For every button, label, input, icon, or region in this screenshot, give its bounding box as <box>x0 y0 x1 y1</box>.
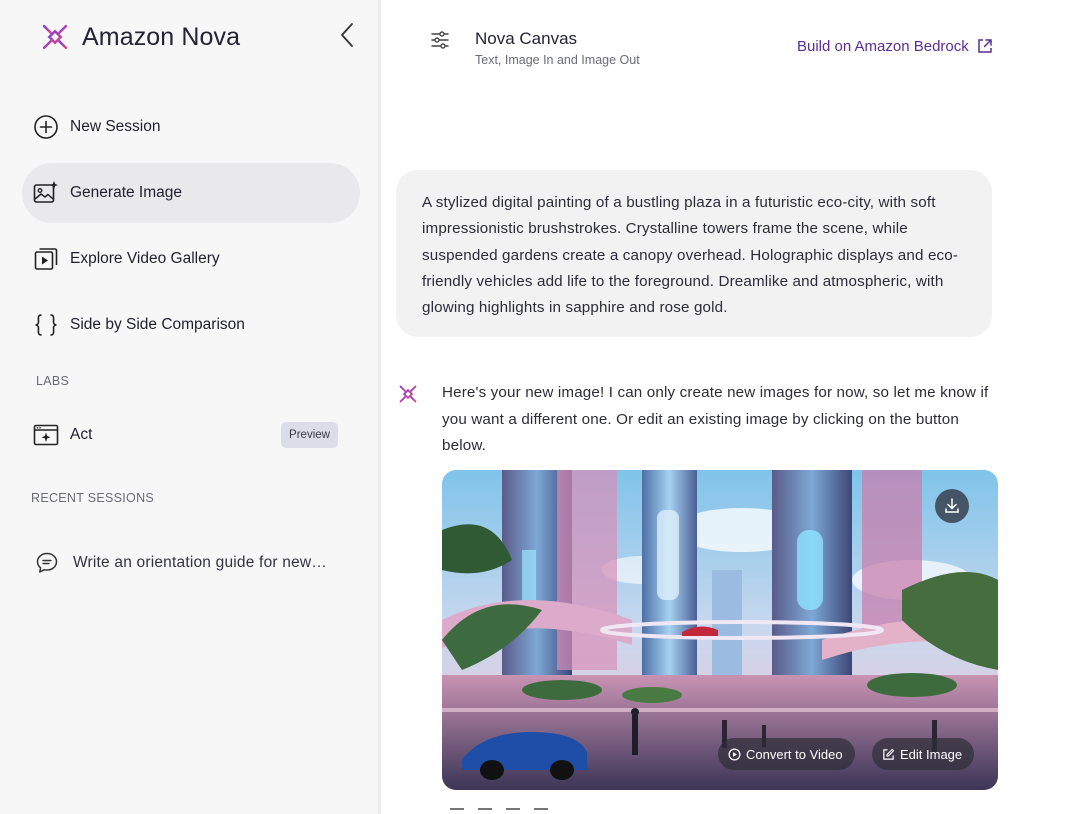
model-name: Nova Canvas <box>475 29 578 48</box>
recent-session-label: Write an orientation guide for new… <box>73 554 327 571</box>
settings-sliders-icon[interactable] <box>428 28 452 52</box>
chat-bubble-icon <box>34 550 60 576</box>
user-prompt-text: A stylized digital painting of a bustlin… <box>422 194 959 317</box>
labs-section-label: LABS <box>36 374 70 388</box>
edit-image-button[interactable]: Edit Image <box>872 738 975 770</box>
sidebar-item-new-session[interactable]: New Session <box>22 97 360 157</box>
convert-to-video-label: Convert to Video <box>746 746 843 762</box>
assistant-response-text: Here's your new image! I can only create… <box>442 384 989 454</box>
response-actions-row <box>450 808 548 814</box>
browser-sparkle-icon <box>32 421 60 449</box>
thumbs-up-icon[interactable] <box>450 808 464 814</box>
sidebar-item-label: Explore Video Gallery <box>70 250 220 267</box>
sidebar-item-label: Act <box>70 426 93 443</box>
share-icon[interactable] <box>534 808 548 814</box>
thumbs-down-icon[interactable] <box>478 808 492 814</box>
generated-image[interactable]: Convert to Video Edit Image <box>442 470 998 790</box>
external-link-icon <box>978 39 992 53</box>
chevron-left-icon <box>341 23 353 47</box>
sidebar-item-label: Generate Image <box>70 184 183 201</box>
sidebar-item-label: Side by Side Comparison <box>70 316 245 333</box>
download-icon <box>945 498 959 513</box>
sidebar-item-generate-image[interactable]: Generate Image <box>22 163 360 223</box>
edit-icon <box>883 748 895 760</box>
preview-badge: Preview <box>281 422 338 448</box>
model-subtitle: Text, Image In and Image Out <box>475 53 640 67</box>
sidebar-item-explore-video-gallery[interactable]: Explore Video Gallery <box>22 229 360 289</box>
edit-image-label: Edit Image <box>900 746 963 762</box>
video-gallery-icon <box>32 245 60 273</box>
nova-logo-icon <box>38 20 72 54</box>
video-play-icon <box>728 748 741 760</box>
collapse-sidebar-button[interactable] <box>336 20 360 50</box>
brand[interactable]: Amazon Nova <box>36 18 240 56</box>
plus-circle-icon <box>32 113 60 141</box>
build-on-bedrock-link[interactable]: Build on Amazon Bedrock <box>797 37 994 55</box>
image-sparkle-icon <box>32 179 60 207</box>
nova-assistant-icon <box>395 381 421 407</box>
sidebar: Amazon Nova New Session Generate Image E… <box>0 0 378 814</box>
user-prompt-bubble: A stylized digital painting of a bustlin… <box>396 170 992 337</box>
copy-icon[interactable] <box>506 808 520 814</box>
brand-name: Amazon Nova <box>82 22 241 51</box>
sidebar-divider <box>378 0 381 814</box>
recent-session-item[interactable]: Write an orientation guide for new… <box>22 533 360 593</box>
bedrock-link-label: Build on Amazon Bedrock <box>797 37 969 55</box>
recent-sessions-label: RECENT SESSIONS <box>31 491 155 505</box>
download-image-button[interactable] <box>935 489 969 523</box>
convert-to-video-button[interactable]: Convert to Video <box>718 738 855 770</box>
sidebar-item-side-by-side-comparison[interactable]: Side by Side Comparison <box>22 295 360 355</box>
sidebar-item-label: New Session <box>70 118 161 135</box>
curly-braces-icon <box>32 311 60 339</box>
